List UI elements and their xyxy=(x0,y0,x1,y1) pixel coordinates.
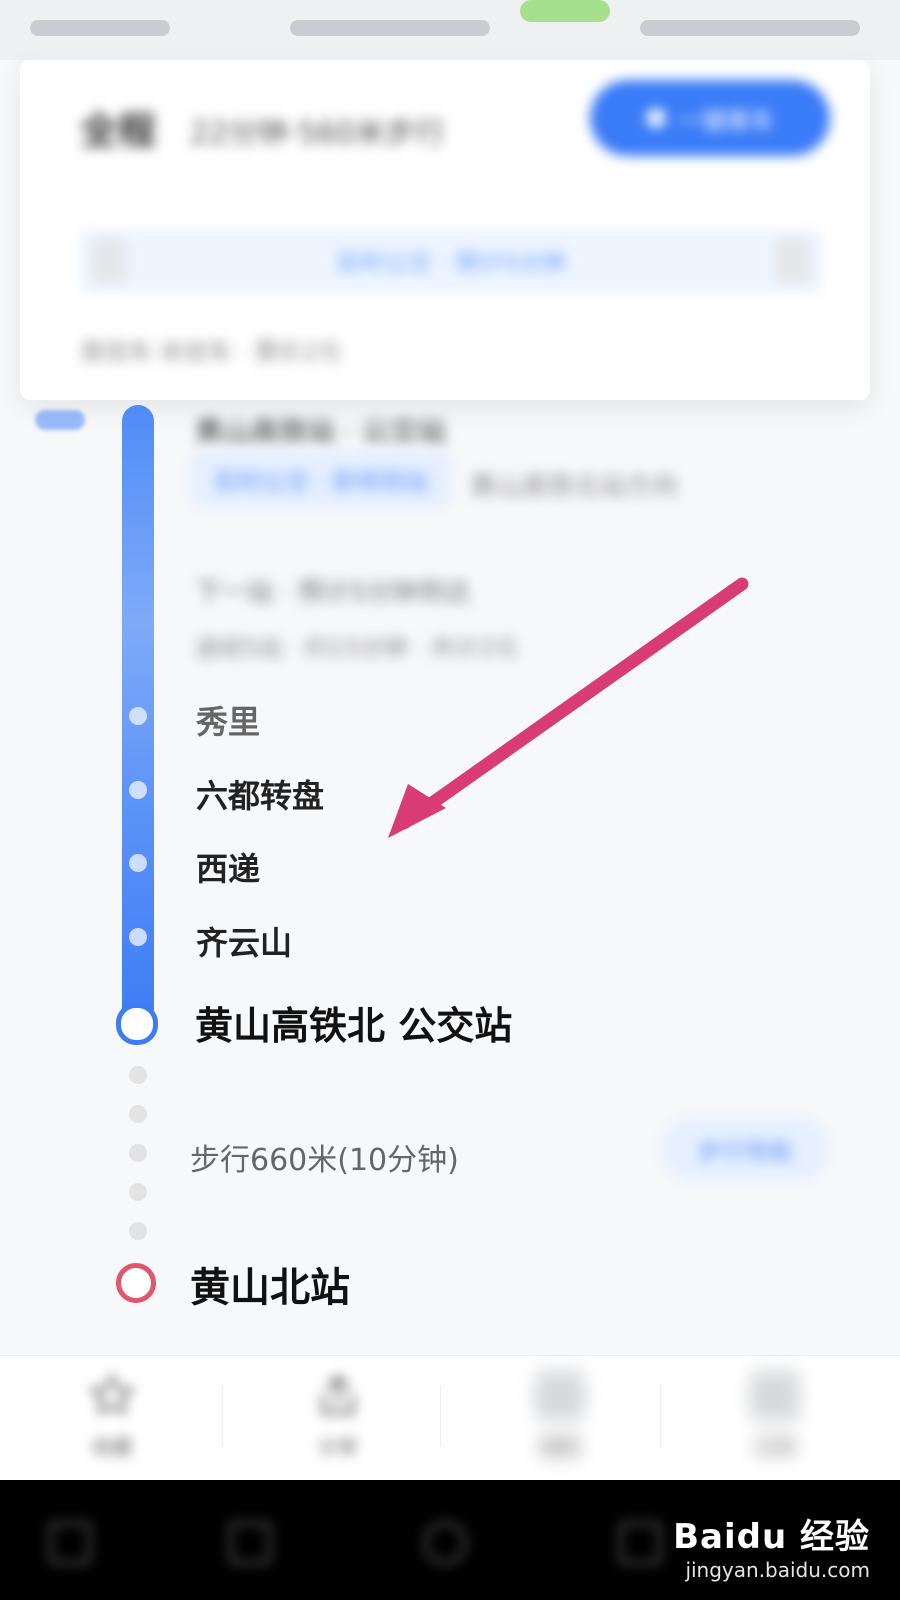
destination-icon xyxy=(116,1263,156,1303)
share-button[interactable]: 分享 xyxy=(288,1371,388,1471)
walk-dot xyxy=(129,1066,147,1084)
bus-icon xyxy=(646,108,666,128)
segment-tag xyxy=(35,410,85,430)
watermark-url: jingyan.baidu.com xyxy=(685,1558,870,1582)
feedback-label: 反馈 xyxy=(755,1435,795,1459)
stop-item: 六都转盘 xyxy=(196,777,325,815)
nav-home-button[interactable] xyxy=(415,1510,475,1570)
nav-menu-button[interactable] xyxy=(40,1510,100,1570)
toolbar-divider xyxy=(222,1386,223,1446)
status-indicator xyxy=(520,0,610,22)
walk-dot xyxy=(129,1222,147,1240)
status-center xyxy=(290,20,490,36)
status-left xyxy=(30,20,170,36)
destination-name: 黄山北站 xyxy=(190,1265,350,1311)
status-bar xyxy=(0,0,900,60)
toolbar-divider xyxy=(440,1386,441,1446)
home-icon xyxy=(424,1522,466,1564)
screenshot-button[interactable]: 截图 xyxy=(510,1371,610,1471)
toolbar-divider xyxy=(660,1386,661,1446)
stop-item: 西递 xyxy=(196,850,261,888)
favorite-label: 收藏 xyxy=(92,1435,132,1459)
share-icon xyxy=(321,1375,355,1415)
stop-item: 齐云山 xyxy=(196,924,293,962)
walk-dot xyxy=(129,1105,147,1123)
stop-dot xyxy=(129,854,147,872)
favorite-button[interactable]: 收藏 xyxy=(62,1371,162,1471)
route-summary-card: 全程 22分钟·560米步行 一键乘车 实时公交 · 预计5分钟 首班车·末班车… xyxy=(20,60,870,400)
bottom-toolbar: 收藏 分享 截图 反馈 xyxy=(0,1355,900,1481)
back-icon xyxy=(229,1522,271,1564)
baidu-watermark: Baidu 经验 jingyan.baidu.com xyxy=(673,1509,870,1582)
nav-recent-button[interactable] xyxy=(610,1510,670,1570)
board-stop: 黄山高铁站 · 公交站 xyxy=(195,415,446,448)
quick-ride-button[interactable]: 一键乘车 xyxy=(590,80,830,156)
stop-item: 秀里 xyxy=(196,703,261,741)
walk-info: 步行660米(10分钟) xyxy=(190,1143,459,1178)
arrive-stop-icon xyxy=(116,1003,158,1045)
feedback-button[interactable]: 反馈 xyxy=(725,1371,825,1471)
menu-icon xyxy=(49,1522,91,1564)
ticket-bar[interactable]: 实时公交 · 预计5分钟 xyxy=(80,230,822,292)
status-right xyxy=(640,20,860,36)
walk-dot xyxy=(129,1144,147,1162)
walk-dot xyxy=(129,1183,147,1201)
watermark-brand: Baidu 经验 xyxy=(673,1517,870,1557)
share-label: 分享 xyxy=(318,1435,358,1459)
bus-detail: 途经5站 · 约15分钟 · 共计2元 xyxy=(195,634,518,662)
stop-dot xyxy=(129,928,147,946)
ticket-right-icon xyxy=(775,239,811,283)
nav-back-button[interactable] xyxy=(220,1510,280,1570)
summary-meta: 首班车·末班车 · 票价2元 xyxy=(80,338,342,366)
realtime-bus-chip[interactable]: 实时公交 · 即将到站 xyxy=(190,450,452,508)
walk-nav-button[interactable]: 步行导航 xyxy=(660,1117,830,1181)
arrive-stop-name: 黄山高铁北 公交站 xyxy=(195,1004,513,1048)
summary-subtitle: 22分钟·560米步行 xyxy=(190,116,445,151)
stop-dot xyxy=(129,707,147,725)
star-icon xyxy=(90,1374,134,1415)
screenshot-label: 截图 xyxy=(540,1435,580,1459)
stop-dot xyxy=(129,781,147,799)
screenshot-icon xyxy=(535,1371,585,1421)
system-nav-bar: Baidu 经验 jingyan.baidu.com xyxy=(0,1480,900,1600)
bus-direction: 黄山高铁北站方向 xyxy=(470,472,679,502)
recent-icon xyxy=(619,1522,661,1564)
summary-title: 全程 xyxy=(80,109,157,153)
feedback-icon xyxy=(750,1371,800,1421)
bus-next-info: 下一站 · 预计5分钟到达 xyxy=(195,578,471,608)
quick-ride-label: 一键乘车 xyxy=(678,106,774,135)
ticket-label: 实时公交 · 预计5分钟 xyxy=(335,249,567,277)
